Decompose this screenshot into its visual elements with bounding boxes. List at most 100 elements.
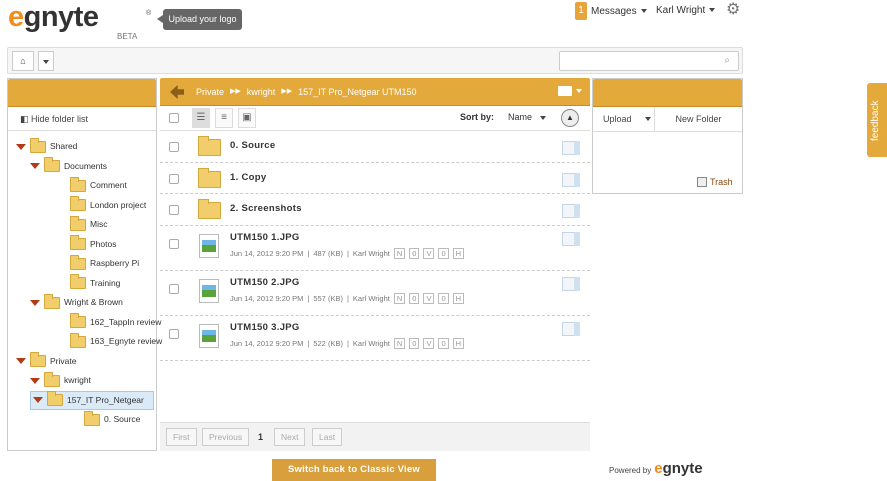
- folder-icon: [70, 176, 86, 192]
- thumbnail-view-button[interactable]: ▣: [238, 108, 256, 128]
- expand-arrow-icon[interactable]: [30, 299, 40, 306]
- document-preview-icon[interactable]: [562, 172, 580, 187]
- switch-classic-view-button[interactable]: Switch back to Classic View: [272, 459, 436, 481]
- tree-item-raspberry-pi[interactable]: Raspberry Pi: [56, 254, 139, 273]
- folder-actions-dropdown[interactable]: [558, 86, 582, 96]
- file-row-utm150-2-jpg[interactable]: UTM150 2.JPG Jun 14, 2012 9:20 PM | 557 (KB…: [160, 271, 590, 316]
- file-row-utm150-1-jpg[interactable]: UTM150 1.JPG Jun 14, 2012 9:20 PM | 487 (KB…: [160, 226, 590, 271]
- tree-item-0-source[interactable]: 0. Source: [70, 410, 140, 429]
- file-name[interactable]: UTM150 1.JPG: [230, 232, 300, 243]
- folder-icon: [30, 137, 46, 153]
- file-name[interactable]: 1. Copy: [230, 172, 266, 183]
- tree-item-shared[interactable]: Shared: [16, 137, 77, 156]
- row-checkbox[interactable]: [169, 205, 179, 215]
- file-name[interactable]: UTM150 3.JPG: [230, 322, 300, 333]
- sort-label: Sort by:: [460, 112, 495, 122]
- tree-item-london-project[interactable]: London project: [56, 196, 146, 215]
- tree-item-label: Training: [90, 277, 121, 288]
- history-icon[interactable]: H: [452, 293, 465, 304]
- last-page-button[interactable]: Last: [312, 428, 343, 446]
- versions-icon[interactable]: V: [423, 338, 435, 349]
- file-owner: Karl Wright: [352, 249, 390, 258]
- breadcrumb-item-kwright[interactable]: kwright: [247, 78, 276, 106]
- row-checkbox[interactable]: [169, 142, 179, 152]
- search-input[interactable]: ⌕: [559, 51, 739, 71]
- history-icon[interactable]: H: [452, 248, 465, 259]
- messages-menu[interactable]: 1 Messages: [575, 2, 647, 20]
- breadcrumb-item-private[interactable]: Private: [196, 78, 224, 106]
- expand-arrow-icon[interactable]: [16, 358, 26, 364]
- tree-item-wright-brown[interactable]: Wright & Brown: [30, 293, 123, 312]
- file-name[interactable]: 0. Source: [230, 140, 275, 151]
- tree-item-documents[interactable]: Documents: [30, 157, 107, 176]
- document-preview-icon[interactable]: [562, 204, 580, 218]
- detail-view-button[interactable]: ≡: [215, 108, 233, 128]
- tree-item-157-it-pro-netgear[interactable]: 157_IT Pro_Netgear: [30, 390, 154, 410]
- file-row-utm150-3-jpg[interactable]: UTM150 3.JPG Jun 14, 2012 9:20 PM | 522 (KB…: [160, 316, 590, 361]
- tree-item-kwright[interactable]: kwright: [30, 371, 91, 390]
- document-preview-icon[interactable]: [562, 141, 580, 155]
- back-arrow-icon[interactable]: [170, 85, 184, 99]
- gear-icon[interactable]: ⚙: [726, 2, 742, 18]
- breadcrumb-bar: Private ▶▶ kwright ▶▶ 157_IT Pro_Netgear…: [160, 78, 590, 106]
- expand-arrow-icon[interactable]: [33, 397, 43, 403]
- upload-logo-tooltip[interactable]: Upload your logo: [157, 9, 242, 30]
- tree-item-163-egnyte-review[interactable]: 163_Egnyte review: [56, 332, 162, 351]
- tree-item-162-tappin-review[interactable]: 162_TappIn review: [56, 313, 161, 332]
- new-folder-button[interactable]: New Folder: [655, 107, 742, 131]
- user-menu[interactable]: Karl Wright: [656, 2, 716, 20]
- history-icon[interactable]: H: [452, 338, 465, 349]
- versions-icon[interactable]: V: [423, 248, 435, 259]
- document-preview-icon[interactable]: [562, 277, 580, 291]
- powered-label: Powered by: [609, 466, 652, 475]
- file-row-0-source[interactable]: 0. Source: [160, 131, 590, 163]
- sort-direction-button[interactable]: ▲: [561, 109, 579, 127]
- upload-button[interactable]: Upload: [593, 107, 655, 131]
- tree-item-label: London project: [90, 199, 147, 210]
- actions-toolbar: Upload New Folder: [593, 107, 742, 132]
- tree-item-label: Misc: [90, 219, 108, 229]
- actions-panel: Upload New Folder Trash: [592, 78, 743, 194]
- file-row-2-screenshots[interactable]: 2. Screenshots: [160, 194, 590, 226]
- home-dropdown-button[interactable]: [38, 51, 54, 71]
- tree-item-photos[interactable]: Photos: [56, 235, 116, 254]
- tree-item-label: 162_TappIn review: [90, 316, 162, 327]
- tree-item-comment[interactable]: Comment: [56, 176, 127, 195]
- view-toolbar: ☰ ≡ ▣ Sort by: Name ▲: [160, 106, 590, 131]
- next-page-button[interactable]: Next: [274, 428, 306, 446]
- file-name[interactable]: 2. Screenshots: [230, 203, 302, 214]
- file-list-panel: Private ▶▶ kwright ▶▶ 157_IT Pro_Netgear…: [160, 78, 590, 451]
- row-checkbox[interactable]: [169, 173, 179, 184]
- notes-count: 0: [409, 338, 420, 349]
- feedback-tab[interactable]: feedback: [867, 83, 887, 157]
- trash-link[interactable]: Trash: [697, 177, 733, 187]
- notes-icon[interactable]: N: [393, 293, 406, 304]
- first-page-button[interactable]: First: [166, 428, 197, 446]
- home-button[interactable]: ⌂: [12, 51, 34, 71]
- sort-control[interactable]: Sort by: Name: [460, 112, 547, 122]
- file-meta: Jun 14, 2012 9:20 PM | 522 (KB) | Karl Wrigh…: [230, 338, 465, 349]
- expand-arrow-icon[interactable]: [16, 143, 26, 150]
- file-name[interactable]: UTM150 2.JPG: [230, 277, 300, 288]
- notes-icon[interactable]: N: [393, 248, 406, 259]
- notes-icon[interactable]: N: [393, 338, 406, 349]
- tree-item-label: Private: [50, 355, 77, 366]
- list-view-button[interactable]: ☰: [192, 108, 210, 128]
- file-row-1-copy[interactable]: 1. Copy: [160, 163, 590, 194]
- previous-page-button[interactable]: Previous: [202, 428, 250, 446]
- expand-arrow-icon[interactable]: [30, 163, 40, 169]
- hide-folder-list-button[interactable]: ◧ Hide folder list: [8, 107, 156, 131]
- select-all-checkbox[interactable]: [165, 108, 183, 128]
- expand-arrow-icon[interactable]: [30, 377, 40, 384]
- image-file-icon: [199, 234, 219, 258]
- tree-item-private[interactable]: Private: [16, 352, 76, 371]
- egnyte-logo: egnyte ® BETA: [8, 1, 152, 41]
- tree-item-training[interactable]: Training: [56, 274, 120, 293]
- row-checkbox[interactable]: [169, 284, 179, 294]
- versions-icon[interactable]: V: [423, 293, 435, 304]
- row-checkbox[interactable]: [169, 329, 179, 339]
- document-preview-icon[interactable]: [562, 232, 580, 246]
- row-checkbox[interactable]: [169, 239, 179, 249]
- tree-item-misc[interactable]: Misc: [56, 215, 107, 234]
- document-preview-icon[interactable]: [562, 322, 580, 336]
